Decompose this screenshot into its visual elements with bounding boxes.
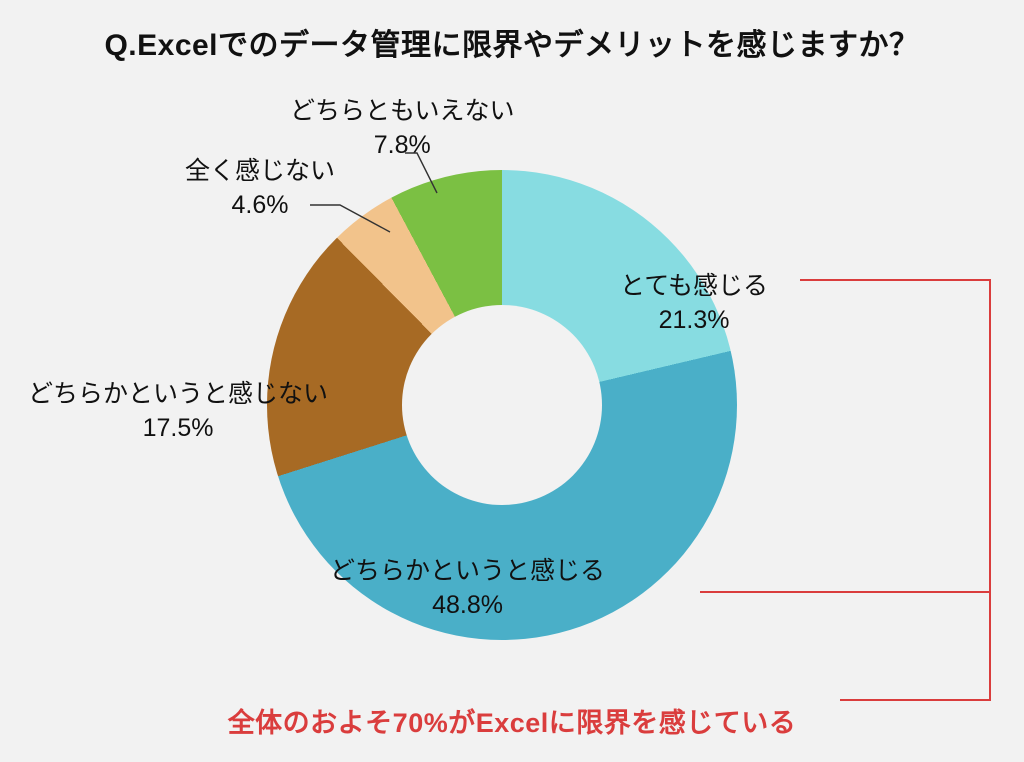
highlight-footnote: 全体のおよそ70%がExcelに限界を感じている bbox=[0, 701, 1024, 740]
highlight-bracket bbox=[0, 0, 1024, 762]
chart-stage: Q.Excelでのデータ管理に限界やデメリットを感じますか？ とても感じる 21… bbox=[0, 0, 1024, 762]
